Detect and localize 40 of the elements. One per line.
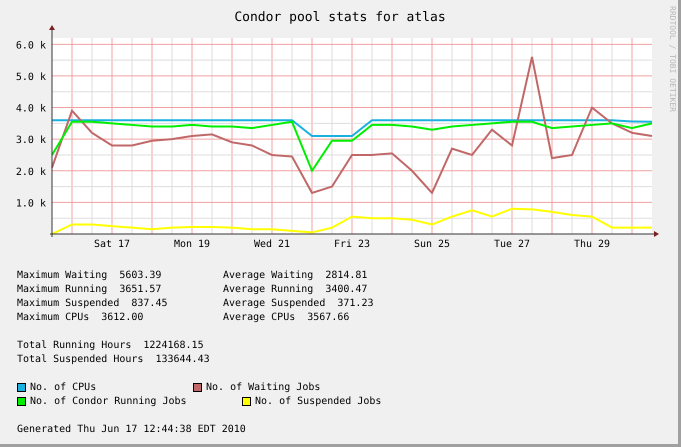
legend-label: No. of Suspended Jobs [255,394,382,408]
x-tick-label: Fri 23 [334,239,370,250]
stat-value: 5603.39 [119,268,162,282]
stat-value: 3400.47 [325,282,368,296]
y-tick-label: 4.0 k [16,104,46,115]
chart-title: Condor pool stats for atlas [234,10,446,25]
legend-label: No. of Condor Running Jobs [30,394,187,408]
stat-label: Maximum CPUs [17,310,90,324]
y-tick-label: 2.0 k [16,166,46,178]
stat-label: Total Running Hours [17,338,132,352]
x-tick-label: Sun 25 [414,239,450,250]
stat-label: Total Suspended Hours [17,352,144,366]
stat-label: Average CPUs [223,310,296,324]
stat-value: 2814.81 [325,268,368,282]
stat-value: 3612.00 [101,310,144,324]
stat-value: 3567.66 [307,310,350,324]
stat-value: 3651.57 [119,282,162,296]
x-tick-label: Tue 27 [494,239,530,250]
x-tick-label: Wed 21 [254,239,290,250]
stat-label: Maximum Waiting [17,268,108,282]
stat-value: 133644.43 [155,352,210,366]
stat-value: 371.23 [337,296,374,310]
generated-timestamp: Generated Thu Jun 17 12:44:38 EDT 2010 [17,422,246,436]
y-tick-label: 5.0 k [16,72,46,83]
x-tick-label: Sat 17 [94,239,130,250]
stat-label: Average Waiting [223,268,314,282]
stat-value: 837.45 [131,296,168,310]
x-tick-label: Mon 19 [174,239,210,250]
stat-label: Maximum Running [17,282,108,296]
x-tick-label: Thu 29 [574,239,610,250]
y-tick-label: 3.0 k [16,135,46,146]
legend-label: No. of CPUs [30,380,96,394]
watermark-text: RRDTOOL / TOBI OETIKER [668,6,676,112]
stat-value: 1224168.15 [143,338,204,352]
stat-label: Maximum Suspended [17,296,120,310]
stat-label: Average Running [223,282,314,296]
y-tick-label: 6.0 k [16,40,46,52]
legend-label: No. of Waiting Jobs [206,380,320,394]
y-tick-label: 1.0 k [16,198,46,210]
stat-label: Average Suspended [223,296,326,310]
